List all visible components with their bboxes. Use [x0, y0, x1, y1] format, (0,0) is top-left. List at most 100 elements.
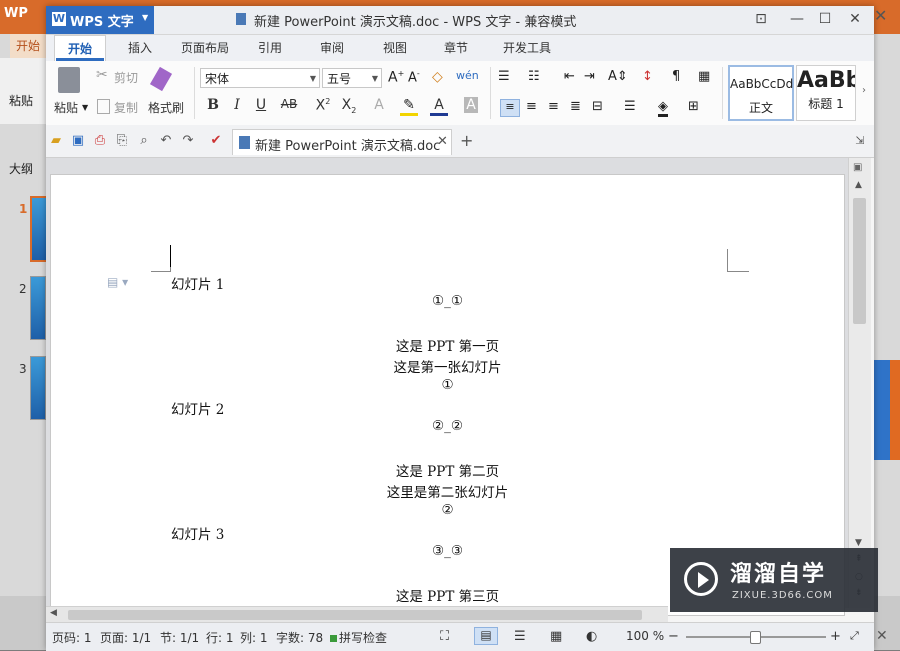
- shrink-font-icon[interactable]: A-: [408, 69, 420, 85]
- eye-protection-icon[interactable]: ◐: [586, 629, 597, 644]
- restore-layout-icon[interactable]: ⊡: [750, 9, 772, 29]
- doc-line[interactable]: 这是 PPT 第二页: [51, 460, 844, 480]
- doc-line[interactable]: 这是 PPT 第一页: [51, 335, 844, 355]
- justify-icon[interactable]: ≣: [570, 99, 581, 114]
- background-paste-button[interactable]: 粘贴: [9, 92, 33, 109]
- maximize-icon[interactable]: ☐: [814, 9, 836, 29]
- bullet-list-icon[interactable]: ☰: [498, 69, 510, 84]
- font-size-select[interactable]: 五号 ▼: [322, 68, 382, 88]
- style-heading-1[interactable]: AaBb 标题 1: [796, 65, 856, 121]
- doc-line[interactable]: 幻灯片 2: [171, 398, 224, 418]
- tab-insert[interactable]: 插入: [116, 35, 164, 61]
- table-icon[interactable]: ▦: [698, 69, 710, 84]
- show-marks-icon[interactable]: ¶: [672, 69, 680, 84]
- paragraph-handle-icon[interactable]: ▤ ▾: [107, 275, 128, 289]
- scroll-left-icon[interactable]: ◀: [50, 608, 57, 618]
- slide-thumbnail[interactable]: [30, 276, 46, 340]
- status-pages[interactable]: 页面: 1/1: [100, 629, 151, 646]
- tab-page-layout[interactable]: 页面布局: [174, 35, 236, 61]
- doc-line[interactable]: ①: [51, 377, 844, 393]
- fit-page-icon[interactable]: ⤢: [850, 629, 859, 643]
- document-tab[interactable]: 新建 PowerPoint 演示文稿.doc ✕: [232, 129, 452, 155]
- doc-line[interactable]: 这里是第二张幻灯片: [51, 481, 844, 501]
- tab-review[interactable]: 审阅: [308, 35, 356, 61]
- subscript-icon[interactable]: X2: [340, 97, 358, 115]
- copy-icon[interactable]: [97, 99, 110, 114]
- bold-icon[interactable]: B: [204, 97, 222, 113]
- align-right-icon[interactable]: ≡: [548, 99, 559, 114]
- borders-icon[interactable]: ⊞: [688, 99, 699, 114]
- open-folder-icon[interactable]: ▰: [48, 133, 64, 149]
- full-screen-icon[interactable]: ⛶: [440, 629, 449, 644]
- tab-chapter[interactable]: 章节: [432, 35, 480, 61]
- tab-references[interactable]: 引用: [246, 35, 294, 61]
- print-icon[interactable]: ⎘: [114, 133, 130, 149]
- zoom-level[interactable]: 100 %: [626, 629, 664, 643]
- text-direction-icon[interactable]: A⇕: [608, 69, 628, 84]
- status-row[interactable]: 行: 1: [206, 629, 234, 646]
- font-name-select[interactable]: 宋体 ▼: [200, 68, 320, 88]
- strikethrough-icon[interactable]: AB: [280, 97, 298, 111]
- cut-button[interactable]: 剪切: [114, 69, 138, 86]
- background-close-icon[interactable]: ✕: [874, 6, 887, 25]
- vertical-scrollbar[interactable]: ▣ ▲ ▼ ⇞ ○ ⇟: [848, 158, 871, 608]
- background-app-tab-home[interactable]: 开始: [10, 34, 46, 58]
- doc-line[interactable]: ①_①: [51, 293, 844, 309]
- status-page-code[interactable]: 页码: 1: [52, 629, 92, 646]
- align-center-icon[interactable]: ≡: [526, 99, 537, 114]
- scrollbar-thumb[interactable]: [68, 610, 642, 620]
- status-section[interactable]: 节: 1/1: [160, 629, 199, 646]
- numbered-list-icon[interactable]: ☷: [528, 69, 540, 84]
- chevron-right-icon[interactable]: ›: [862, 85, 866, 96]
- background-outline-tab[interactable]: 大纲: [9, 160, 33, 177]
- paste-button[interactable]: 粘贴: [54, 99, 78, 116]
- doc-line[interactable]: 这是第一张幻灯片: [51, 356, 844, 376]
- print-preview-icon[interactable]: ⌕: [136, 133, 152, 149]
- doc-line[interactable]: ②: [51, 502, 844, 518]
- tab-view[interactable]: 视图: [372, 35, 418, 61]
- close-icon[interactable]: ✕: [844, 9, 866, 29]
- line-spacing-icon[interactable]: ☰: [624, 99, 636, 114]
- slide-thumbnail[interactable]: [30, 356, 46, 420]
- superscript-icon[interactable]: X2: [314, 97, 332, 114]
- close-tab-icon[interactable]: ✕: [437, 134, 448, 149]
- doc-line[interactable]: 幻灯片 3: [171, 523, 224, 543]
- zoom-slider-thumb[interactable]: [750, 631, 761, 644]
- tab-developer[interactable]: 开发工具: [494, 35, 560, 61]
- scrollbar-thumb[interactable]: [853, 198, 866, 324]
- redo-icon[interactable]: ↷: [180, 133, 196, 149]
- page-view-icon[interactable]: ▤: [474, 627, 498, 645]
- doc-line[interactable]: 幻灯片 1: [171, 273, 224, 293]
- phonetic-guide-icon[interactable]: wén: [456, 69, 479, 82]
- text-effect-icon[interactable]: A: [370, 97, 388, 113]
- ribbon-options-icon[interactable]: ⇲: [852, 133, 868, 149]
- grow-font-icon[interactable]: A+: [388, 69, 404, 86]
- distributed-icon[interactable]: ⊟: [592, 99, 603, 114]
- decrease-indent-icon[interactable]: ⇤: [564, 69, 575, 84]
- paste-icon[interactable]: [58, 67, 80, 93]
- horizontal-scrollbar[interactable]: ◀: [46, 606, 668, 623]
- undo-icon[interactable]: ↶: [158, 133, 174, 149]
- new-tab-icon[interactable]: +: [460, 131, 473, 150]
- chevron-down-icon[interactable]: ▼: [82, 103, 88, 112]
- font-color-icon[interactable]: A: [430, 97, 448, 116]
- italic-icon[interactable]: I: [228, 97, 246, 113]
- character-shading-icon[interactable]: A: [464, 97, 478, 113]
- increase-indent-icon[interactable]: ⇥: [584, 69, 595, 84]
- status-column[interactable]: 列: 1: [240, 629, 268, 646]
- customize-toolbar-icon[interactable]: ✔: [208, 133, 224, 149]
- scissors-icon[interactable]: ✂: [96, 67, 108, 83]
- app-menu-button[interactable]: W WPS 文字 ▼: [46, 6, 154, 34]
- status-word-count[interactable]: 字数: 78: [276, 629, 323, 646]
- background-close-icon[interactable]: ✕: [876, 628, 888, 644]
- doc-line[interactable]: ②_②: [51, 418, 844, 434]
- highlight-icon[interactable]: ✎: [400, 97, 418, 116]
- split-view-icon[interactable]: ▣: [853, 162, 862, 173]
- sort-icon[interactable]: ↕: [642, 69, 653, 84]
- underline-icon[interactable]: U: [252, 97, 270, 113]
- format-painter-button[interactable]: 格式刷: [148, 99, 184, 116]
- scroll-down-icon[interactable]: ▼: [855, 538, 862, 548]
- align-left-icon[interactable]: ≡: [500, 99, 520, 117]
- zoom-in-icon[interactable]: +: [830, 629, 841, 644]
- clear-format-icon[interactable]: ◇: [432, 69, 443, 85]
